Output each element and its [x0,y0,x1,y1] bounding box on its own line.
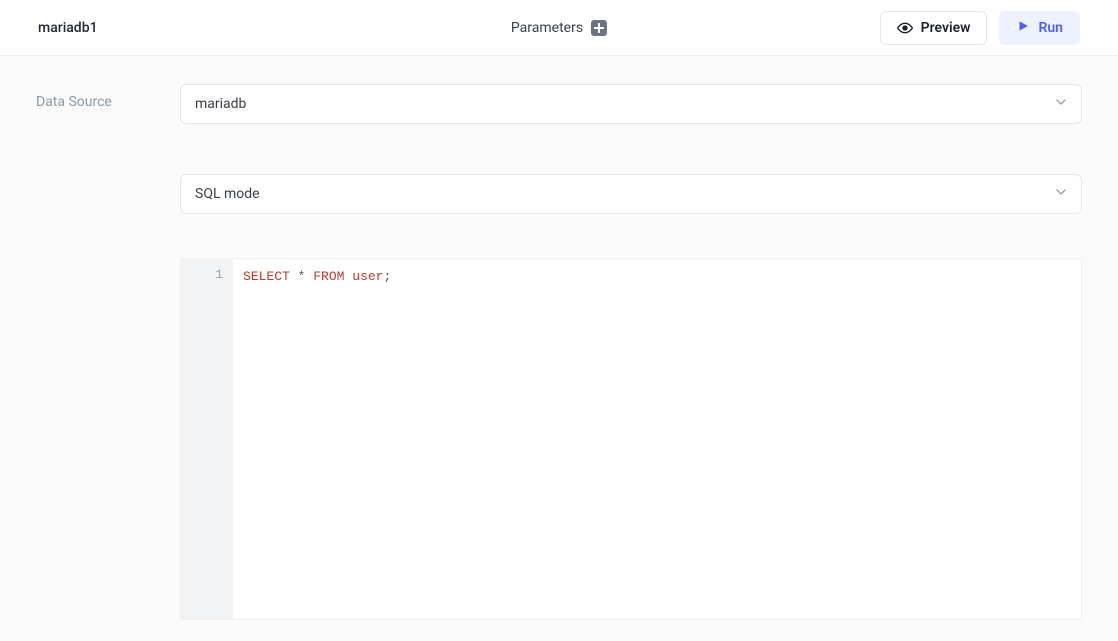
mode-row: SQL mode 1 SELECT * FROM user; [36,174,1082,620]
sql-editor[interactable]: 1 SELECT * FROM user; [180,258,1082,620]
sql-mode-select[interactable]: SQL mode [180,174,1082,214]
parameters-label: Parameters [511,20,583,36]
data-source-label: Data Source [36,84,180,110]
topbar-actions: Preview Run [880,11,1080,45]
eye-icon [897,20,913,36]
play-icon [1016,19,1030,37]
data-source-value: mariadb [195,96,246,112]
plus-icon [591,20,607,36]
topbar: mariadb1 Parameters Preview Run [0,0,1118,56]
sql-star: * [298,269,306,284]
content: Data Source mariadb SQL mode 1 [0,56,1118,620]
run-button[interactable]: Run [999,11,1080,45]
chevron-down-icon [1053,94,1069,114]
chevron-down-icon [1053,184,1069,204]
data-source-select[interactable]: mariadb [180,84,1082,124]
editor-gutter: 1 [181,259,233,619]
sql-table: user [352,269,383,284]
sql-mode-value: SQL mode [195,186,260,202]
parameters-button[interactable]: Parameters [511,20,607,36]
line-number: 1 [181,267,223,282]
query-title[interactable]: mariadb1 [38,20,98,36]
editor-code[interactable]: SELECT * FROM user; [233,259,1081,619]
run-label: Run [1038,20,1063,36]
sql-keyword-select: SELECT [243,269,290,284]
data-source-row: Data Source mariadb [36,84,1082,124]
sql-semicolon: ; [384,269,392,284]
sql-keyword-from: FROM [313,269,344,284]
preview-button[interactable]: Preview [880,11,988,45]
preview-label: Preview [921,20,971,36]
